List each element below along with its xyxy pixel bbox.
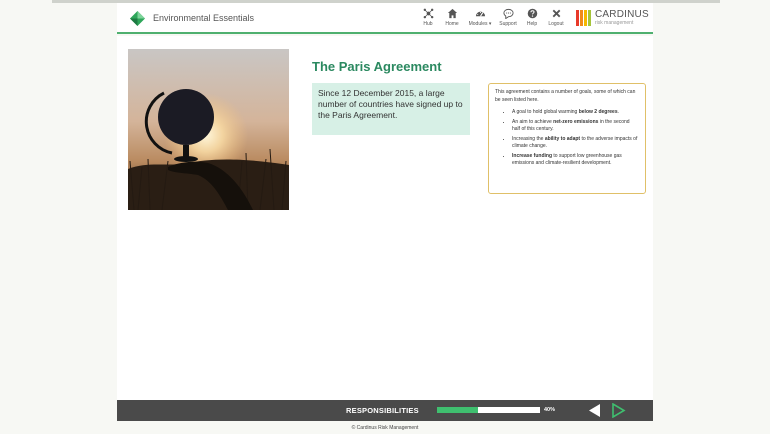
goal-item: An aim to achieve net-zero emissions in … bbox=[512, 119, 639, 134]
app-logo bbox=[130, 11, 145, 26]
arrow-left-icon bbox=[589, 404, 600, 417]
modules-icon bbox=[475, 11, 485, 17]
brand-tagline: risk management bbox=[595, 20, 634, 26]
support-icon bbox=[502, 8, 514, 19]
brand-bar bbox=[580, 10, 583, 26]
intro-text: Since 12 December 2015, a large number o… bbox=[318, 88, 463, 120]
progress-bar bbox=[437, 407, 540, 413]
arrow-right-icon bbox=[612, 403, 626, 418]
nav-help[interactable]: Help bbox=[521, 8, 543, 27]
section-label: RESPONSIBILITIES bbox=[346, 406, 419, 415]
help-icon bbox=[527, 8, 537, 19]
home-icon bbox=[447, 8, 457, 19]
goal-item: A goal to hold global warming below 2 de… bbox=[512, 109, 639, 117]
nav-logout[interactable]: Logout bbox=[545, 8, 567, 27]
intro-callout: Since 12 December 2015, a large number o… bbox=[312, 83, 470, 135]
goals-list: A goal to hold global warming below 2 de… bbox=[495, 109, 639, 168]
logout-icon bbox=[552, 9, 560, 18]
brand-bar bbox=[576, 10, 579, 26]
brand-logo: CARDINUS risk management bbox=[576, 10, 649, 26]
globe-silhouette-image bbox=[128, 49, 289, 210]
app-title: Environmental Essentials bbox=[153, 13, 255, 23]
brand-name: CARDINUS bbox=[595, 9, 649, 20]
progress-percent: 40% bbox=[544, 407, 556, 413]
copyright-text: © Cardinus Risk Management bbox=[351, 425, 419, 431]
goal-item: Increase funding to support low greenhou… bbox=[512, 153, 639, 168]
goal-item: Increasing the ability to adapt to the a… bbox=[512, 136, 639, 151]
nav-modules[interactable]: Modules ▾ bbox=[465, 8, 495, 27]
brand-bar bbox=[588, 10, 591, 26]
brand-bar bbox=[584, 10, 587, 26]
course-footer-bar: RESPONSIBILITIES 40% bbox=[117, 400, 653, 421]
goals-panel: This agreement contains a number of goal… bbox=[488, 83, 646, 194]
app-header: Environmental Essentials Hub Home Module… bbox=[117, 3, 653, 34]
previous-button[interactable] bbox=[587, 403, 602, 418]
next-button[interactable] bbox=[611, 403, 626, 418]
nav-hub[interactable]: Hub bbox=[417, 8, 439, 27]
brand-bars bbox=[576, 10, 592, 26]
hub-icon bbox=[423, 8, 433, 19]
progress-fill bbox=[437, 407, 479, 413]
goals-intro: This agreement contains a number of goal… bbox=[495, 89, 636, 103]
main-content: The Paris Agreement Since 12 December 20… bbox=[117, 36, 653, 400]
page-title: The Paris Agreement bbox=[312, 59, 442, 74]
nav-support[interactable]: Support bbox=[497, 8, 519, 27]
nav-home[interactable]: Home bbox=[441, 8, 463, 27]
top-nav: Hub Home Modules ▾ Support Help Logout bbox=[417, 8, 569, 27]
